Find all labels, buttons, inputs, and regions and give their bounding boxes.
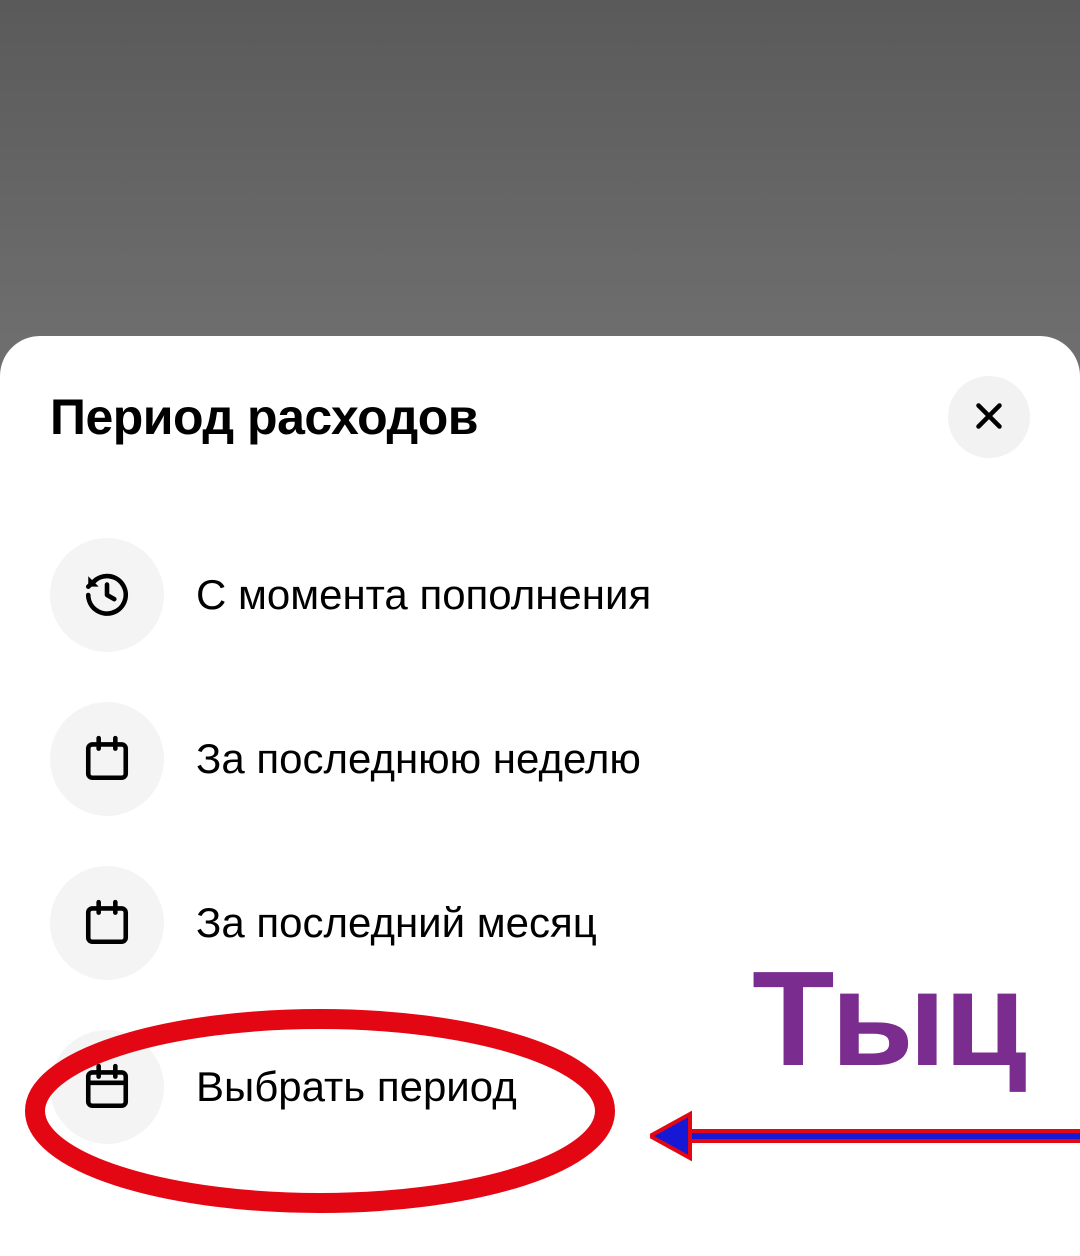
close-button[interactable] xyxy=(948,376,1030,458)
close-icon xyxy=(971,398,1007,437)
option-last-week[interactable]: За последнюю неделю xyxy=(50,702,1030,816)
calendar-icon xyxy=(50,1030,164,1144)
option-label: За последний месяц xyxy=(196,899,597,947)
option-label: Выбрать период xyxy=(196,1063,517,1111)
option-since-topup[interactable]: С момента пополнения xyxy=(50,538,1030,652)
sheet-title: Период расходов xyxy=(50,388,478,446)
option-label: За последнюю неделю xyxy=(196,735,641,783)
calendar-week-icon xyxy=(50,702,164,816)
annotation-text: Тыц xyxy=(752,941,1025,1096)
option-label: С момента пополнения xyxy=(196,571,651,619)
calendar-month-icon xyxy=(50,866,164,980)
history-icon xyxy=(50,538,164,652)
sheet-header: Период расходов xyxy=(50,376,1030,458)
period-selection-sheet: Период расходов С момента пополнения xyxy=(0,336,1080,1256)
